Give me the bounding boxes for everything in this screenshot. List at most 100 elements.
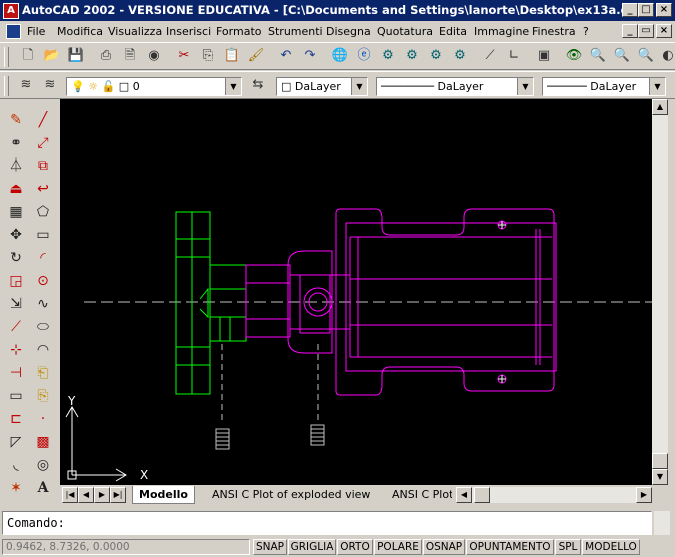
new-file-icon[interactable]: 🗋 bbox=[18, 46, 38, 66]
match-properties-icon[interactable]: 🖌 bbox=[246, 46, 266, 66]
publish-icon[interactable]: ◉ bbox=[144, 46, 164, 66]
internet-icon[interactable]: ⓔ bbox=[354, 46, 374, 66]
document-icon[interactable] bbox=[6, 24, 21, 39]
snap-toggle[interactable]: SNAP bbox=[253, 539, 287, 555]
menu-finestra[interactable]: Finestra bbox=[532, 25, 576, 38]
zoom-previous-icon[interactable]: 🔍 bbox=[636, 46, 656, 66]
tab-first-button[interactable]: |◀ bbox=[62, 487, 78, 503]
named-views-icon[interactable]: ▣ bbox=[534, 46, 554, 66]
scale-icon[interactable]: ◲ bbox=[5, 270, 27, 292]
horizontal-scrollbar[interactable]: ◀ ▶ bbox=[456, 487, 652, 503]
menu-quotatura[interactable]: Quotatura bbox=[377, 25, 433, 38]
vertical-scrollbar[interactable]: ▲ ▼ bbox=[652, 99, 668, 485]
doc-close-button[interactable]: × bbox=[656, 24, 672, 38]
print-preview-icon[interactable]: 🗎 bbox=[120, 46, 140, 66]
layer-manager-icon[interactable]: ≋ bbox=[16, 75, 36, 95]
cut-icon[interactable]: ✂ bbox=[174, 46, 194, 66]
chamfer-icon[interactable]: ◸ bbox=[5, 431, 27, 453]
maximize-button[interactable]: □ bbox=[638, 3, 654, 17]
layer-combo[interactable]: 💡 ☼ 🔓 □ 0 ▼ bbox=[66, 77, 242, 96]
circle-icon[interactable]: ⊙ bbox=[32, 270, 54, 292]
otrack-toggle[interactable]: OPUNTAMENTO bbox=[466, 539, 554, 555]
save-icon[interactable]: 💾 bbox=[66, 46, 86, 66]
menu-visualizza[interactable]: Visualizza bbox=[108, 25, 162, 38]
move-icon[interactable]: ✥ bbox=[5, 224, 27, 246]
menu-disegna[interactable]: Disegna bbox=[326, 25, 371, 38]
minimize-button[interactable]: _ bbox=[622, 3, 638, 17]
polyline-icon[interactable]: ⧉ bbox=[32, 155, 54, 177]
layer-previous-icon[interactable]: ⇆ bbox=[248, 75, 268, 95]
break-at-point-icon[interactable]: ⊏ bbox=[5, 408, 27, 430]
ellipse-arc-icon[interactable]: ◠ bbox=[32, 339, 54, 361]
construction-line-icon[interactable]: ⤢ bbox=[32, 132, 54, 154]
break-icon[interactable]: ▭ bbox=[5, 385, 27, 407]
ortho-toggle[interactable]: ORTO bbox=[337, 539, 373, 555]
autocad-app-icon[interactable]: A bbox=[3, 3, 19, 19]
open-folder-icon[interactable]: 📂 bbox=[42, 46, 62, 66]
lwt-toggle[interactable]: SPL bbox=[555, 539, 581, 555]
linetype-combo[interactable]: ──────── DaLayer ▼ bbox=[376, 77, 534, 96]
hatch-icon[interactable]: ▩ bbox=[32, 431, 54, 453]
hyperlink-icon[interactable]: 🌐 bbox=[330, 46, 350, 66]
fillet-icon[interactable]: ◟ bbox=[5, 454, 27, 476]
offset-icon[interactable]: ⏏ bbox=[5, 178, 27, 200]
polygon-shape-icon[interactable]: ⬠ bbox=[32, 201, 54, 223]
menu-modifica[interactable]: Modifica bbox=[57, 25, 103, 38]
trim-icon[interactable]: ⊹ bbox=[5, 339, 27, 361]
ellipse-icon[interactable]: ⬭ bbox=[32, 316, 54, 338]
scroll-down-button[interactable]: ▼ bbox=[652, 469, 668, 485]
scroll-thumb[interactable] bbox=[652, 453, 668, 469]
osnap-toggle[interactable]: OSNAP bbox=[423, 539, 465, 555]
redraw-icon[interactable]: ◐ bbox=[658, 46, 675, 66]
copy-object-icon[interactable]: ⚭ bbox=[5, 132, 27, 154]
tab-prev-button[interactable]: ◀ bbox=[78, 487, 94, 503]
color-combo[interactable]: □ DaLayer ▼ bbox=[276, 77, 368, 96]
chevron-down-icon[interactable]: ▼ bbox=[225, 78, 241, 95]
lengthen-icon[interactable]: ⟋ bbox=[5, 316, 27, 338]
scroll-up-button[interactable]: ▲ bbox=[652, 99, 668, 115]
chevron-down-icon[interactable]: ▼ bbox=[351, 78, 367, 95]
hscroll-thumb[interactable] bbox=[474, 487, 490, 503]
paste-icon[interactable]: 📋 bbox=[222, 46, 242, 66]
grid-toggle[interactable]: GRIGLIA bbox=[288, 539, 336, 555]
zoom-realtime-icon[interactable]: 🔍 bbox=[588, 46, 608, 66]
line-icon[interactable]: ╱ bbox=[32, 109, 54, 131]
drawing-canvas[interactable]: Y X bbox=[60, 99, 652, 485]
toolbar-grip[interactable] bbox=[4, 47, 9, 67]
tab-model[interactable]: Modello bbox=[132, 486, 195, 504]
tab-layout-exploded[interactable]: ANSI C Plot of exploded view bbox=[206, 486, 376, 503]
array-icon[interactable]: ▦ bbox=[5, 201, 27, 223]
dbconnect-icon[interactable]: ⚙ bbox=[450, 46, 470, 66]
polar-toggle[interactable]: POLARE bbox=[374, 539, 422, 555]
undo-icon[interactable]: ↶ bbox=[276, 46, 296, 66]
print-icon[interactable]: ⎙ bbox=[96, 46, 116, 66]
properties-icon[interactable]: ⚙ bbox=[402, 46, 422, 66]
chevron-down-icon[interactable]: ▼ bbox=[517, 78, 533, 95]
zoom-window-icon[interactable]: 🔍 bbox=[612, 46, 632, 66]
explode-icon[interactable]: ✶ bbox=[5, 477, 27, 499]
model-toggle[interactable]: MODELLO bbox=[582, 539, 640, 555]
extend-icon[interactable]: ⊣ bbox=[5, 362, 27, 384]
pan-realtime-icon[interactable]: 👁 bbox=[564, 46, 584, 66]
mirror-icon[interactable]: ⏃ bbox=[5, 155, 27, 177]
menu-strumenti[interactable]: Strumenti bbox=[268, 25, 323, 38]
copy-icon[interactable]: ⎘ bbox=[198, 46, 218, 66]
lineweight-combo[interactable]: ────── DaLayer ▼ bbox=[542, 77, 666, 96]
polygon-icon[interactable]: ↩ bbox=[32, 178, 54, 200]
tab-last-button[interactable]: ▶| bbox=[110, 487, 126, 503]
doc-minimize-button[interactable]: _ bbox=[622, 24, 638, 38]
rotate-icon[interactable]: ↻ bbox=[5, 247, 27, 269]
redo-icon[interactable]: ↷ bbox=[300, 46, 320, 66]
tool-palette-icon[interactable]: ⚙ bbox=[426, 46, 446, 66]
menu-edita[interactable]: Edita bbox=[439, 25, 467, 38]
spline-icon[interactable]: ∿ bbox=[32, 293, 54, 315]
design-center-icon[interactable]: ⚙ bbox=[378, 46, 398, 66]
insert-block-icon[interactable]: ⎗ bbox=[32, 362, 54, 384]
stretch-icon[interactable]: ⇲ bbox=[5, 293, 27, 315]
menu-help[interactable]: ? bbox=[583, 25, 589, 38]
menu-inserisci[interactable]: Inserisci bbox=[166, 25, 211, 38]
point-icon[interactable]: · bbox=[32, 408, 54, 430]
menu-immagine[interactable]: Immagine bbox=[474, 25, 529, 38]
make-layer-current-icon[interactable]: ≋ bbox=[40, 75, 60, 95]
menu-file[interactable]: File bbox=[27, 25, 45, 38]
